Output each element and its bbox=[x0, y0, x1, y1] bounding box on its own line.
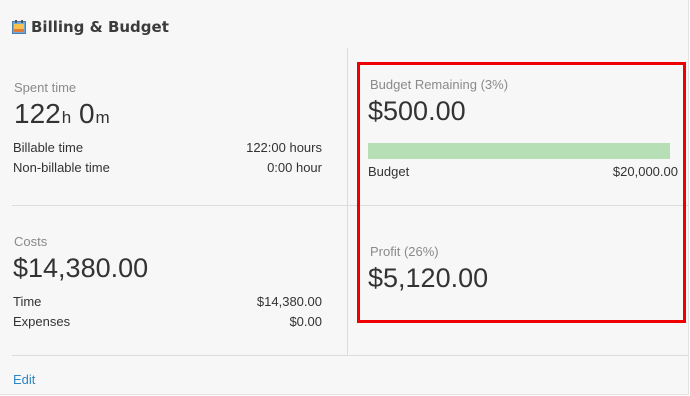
costs-expenses-label: Expenses bbox=[13, 314, 71, 329]
spent-minutes-unit: m bbox=[95, 108, 110, 127]
panel-header: Billing & Budget bbox=[12, 18, 169, 36]
spent-minutes: 0 bbox=[78, 98, 95, 129]
row-divider-left bbox=[12, 205, 347, 206]
highlight-box bbox=[357, 62, 686, 323]
edit-link[interactable]: Edit bbox=[13, 372, 35, 387]
panel-title: Billing & Budget bbox=[31, 18, 169, 36]
nonbillable-time-label: Non-billable time bbox=[13, 160, 110, 175]
column-divider bbox=[347, 48, 348, 355]
spent-hours-unit: h bbox=[61, 108, 72, 127]
spent-time-value: 122h 0m bbox=[14, 98, 110, 130]
spent-time-label: Spent time bbox=[14, 80, 77, 95]
billing-budget-panel: Billing & Budget Spent time 122h 0m Bill… bbox=[0, 0, 689, 395]
costs-label: Costs bbox=[14, 234, 48, 249]
nonbillable-time-value: 0:00 hour bbox=[267, 160, 322, 175]
costs-total: $14,380.00 bbox=[13, 253, 149, 283]
spent-hours: 122 bbox=[14, 98, 61, 129]
costs-expenses-value: $0.00 bbox=[289, 314, 322, 329]
billing-calendar-icon bbox=[12, 20, 26, 34]
billable-time-label: Billable time bbox=[13, 140, 84, 155]
costs-time-label: Time bbox=[13, 294, 42, 309]
footer-divider bbox=[12, 355, 689, 356]
billable-time-value: 122:00 hours bbox=[246, 140, 322, 155]
costs-time-value: $14,380.00 bbox=[256, 294, 322, 309]
